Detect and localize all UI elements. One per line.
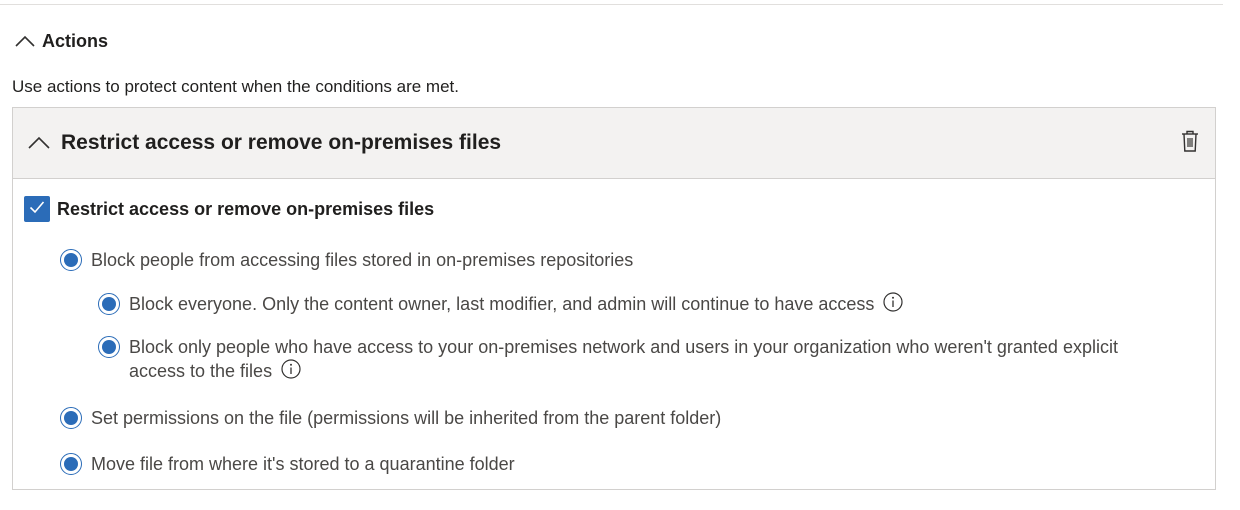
info-icon[interactable] xyxy=(281,359,301,379)
restrict-access-checkbox[interactable] xyxy=(24,196,50,222)
radio-button[interactable] xyxy=(98,293,120,315)
info-icon[interactable] xyxy=(883,292,904,312)
radio-button[interactable] xyxy=(60,407,82,429)
actions-section-toggle[interactable]: Actions xyxy=(14,26,108,56)
delete-button[interactable] xyxy=(1179,130,1201,156)
option-block-everyone[interactable]: Block everyone. Only the content owner, … xyxy=(98,292,904,316)
radio-button[interactable] xyxy=(60,249,82,271)
trash-icon xyxy=(1181,130,1199,157)
restrict-access-checkbox-row[interactable]: Restrict access or remove on-premises fi… xyxy=(24,196,434,222)
checkmark-icon xyxy=(29,200,45,219)
option-block-people[interactable]: Block people from accessing files stored… xyxy=(60,248,633,272)
card-header[interactable]: Restrict access or remove on-premises fi… xyxy=(13,108,1215,179)
option-move-to-quarantine[interactable]: Move file from where it's stored to a qu… xyxy=(60,452,515,476)
checkbox-label: Restrict access or remove on-premises fi… xyxy=(57,198,435,219)
option-label: Move file from where it's stored to a qu… xyxy=(91,454,515,474)
chevron-up-icon[interactable] xyxy=(27,132,50,154)
section-description: Use actions to protect content when the … xyxy=(12,77,459,96)
option-block-only-people[interactable]: Block only people who have access to you… xyxy=(98,335,1198,383)
option-label: Block people from accessing files stored… xyxy=(91,250,634,270)
section-title: Actions xyxy=(42,30,109,51)
option-label: Set permissions on the file (permissions… xyxy=(91,408,722,428)
radio-button[interactable] xyxy=(98,336,120,358)
option-label-line2: access to the files xyxy=(129,361,273,381)
option-set-permissions[interactable]: Set permissions on the file (permissions… xyxy=(60,406,721,430)
top-divider xyxy=(0,4,1223,5)
card-title: Restrict access or remove on-premises fi… xyxy=(61,131,502,154)
action-card: Restrict access or remove on-premises fi… xyxy=(12,107,1216,490)
option-label: Block everyone. Only the content owner, … xyxy=(129,294,875,314)
radio-button[interactable] xyxy=(60,453,82,475)
chevron-up-icon xyxy=(14,33,35,49)
option-label-line1: Block only people who have access to you… xyxy=(129,337,1118,357)
